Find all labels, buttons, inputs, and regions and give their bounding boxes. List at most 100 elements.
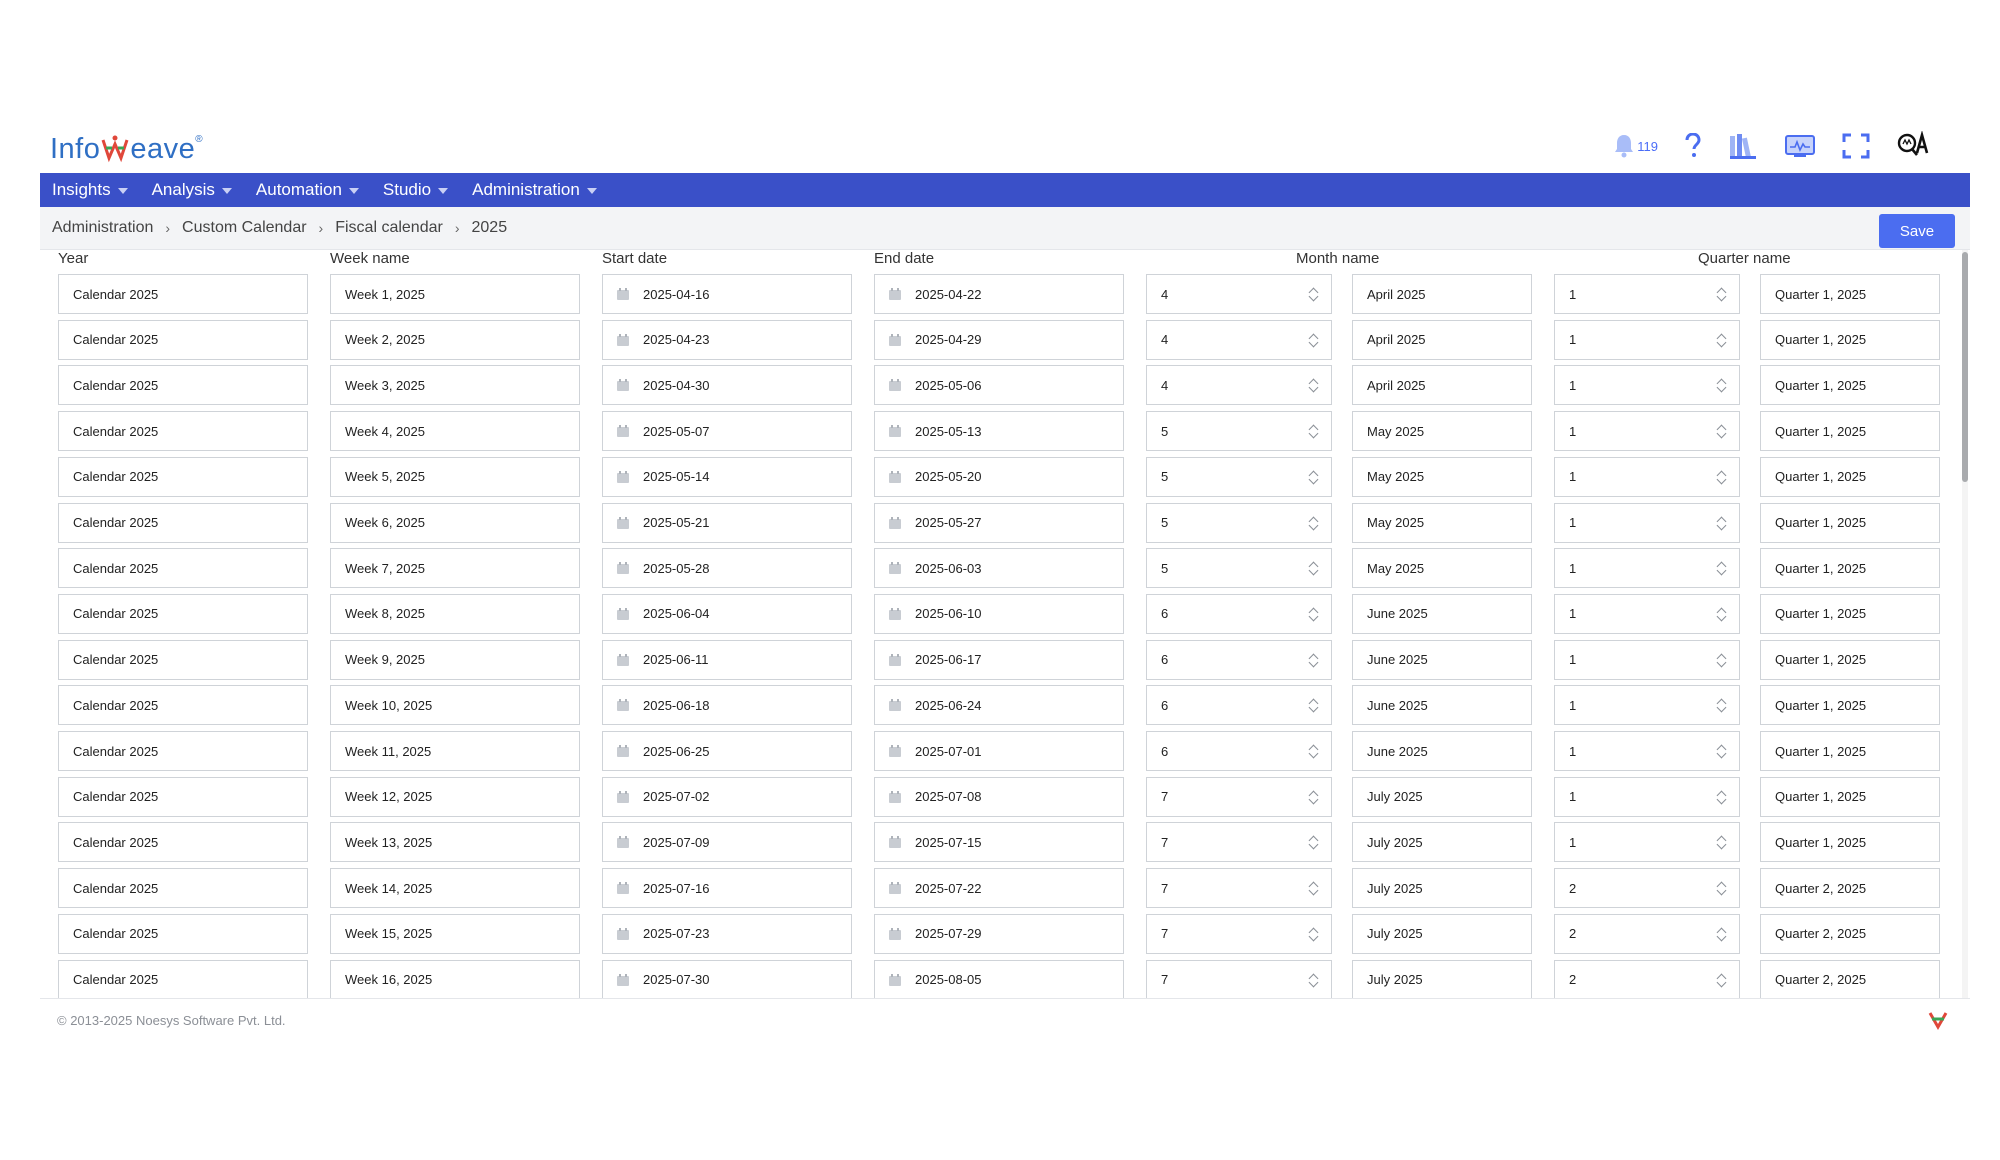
month-name-field[interactable]: July 2025	[1352, 959, 1532, 998]
end-date-field[interactable]: 2025-05-27	[874, 502, 1124, 543]
week-name-field[interactable]: Week 10, 2025	[330, 685, 580, 726]
quarter-name-field[interactable]: Quarter 1, 2025	[1760, 822, 1940, 863]
end-date-field[interactable]: 2025-06-17	[874, 639, 1124, 680]
quarter-name-field[interactable]: Quarter 1, 2025	[1760, 411, 1940, 452]
quarter-number-stepper[interactable]: 1	[1554, 365, 1740, 406]
quarter-number-stepper[interactable]: 1	[1554, 502, 1740, 543]
start-date-field[interactable]: 2025-07-16	[602, 868, 852, 909]
spinner-arrows-icon[interactable]	[1716, 790, 1727, 806]
end-date-field[interactable]: 2025-04-22	[874, 274, 1124, 314]
year-field[interactable]: Calendar 2025	[58, 593, 308, 634]
month-number-stepper[interactable]: 6	[1146, 593, 1332, 634]
quarter-name-field[interactable]: Quarter 2, 2025	[1760, 959, 1940, 998]
month-number-stepper[interactable]: 7	[1146, 913, 1332, 954]
spinner-arrows-icon[interactable]	[1716, 561, 1727, 577]
spinner-arrows-icon[interactable]	[1716, 881, 1727, 897]
start-date-field[interactable]: 2025-05-28	[602, 548, 852, 589]
quarter-name-field[interactable]: Quarter 1, 2025	[1760, 548, 1940, 589]
year-field[interactable]: Calendar 2025	[58, 548, 308, 589]
quarter-number-stepper[interactable]: 1	[1554, 456, 1740, 497]
month-name-field[interactable]: May 2025	[1352, 548, 1532, 589]
quarter-number-stepper[interactable]: 1	[1554, 274, 1740, 314]
start-date-field[interactable]: 2025-05-14	[602, 456, 852, 497]
month-number-stepper[interactable]: 6	[1146, 685, 1332, 726]
week-name-field[interactable]: Week 7, 2025	[330, 548, 580, 589]
week-name-field[interactable]: Week 2, 2025	[330, 319, 580, 360]
month-name-field[interactable]: April 2025	[1352, 319, 1532, 360]
month-name-field[interactable]: July 2025	[1352, 822, 1532, 863]
year-field[interactable]: Calendar 2025	[58, 685, 308, 726]
end-date-field[interactable]: 2025-05-20	[874, 456, 1124, 497]
scrollbar-thumb[interactable]	[1962, 252, 1968, 482]
start-date-field[interactable]: 2025-04-30	[602, 365, 852, 406]
quarter-name-field[interactable]: Quarter 1, 2025	[1760, 319, 1940, 360]
month-name-field[interactable]: July 2025	[1352, 913, 1532, 954]
spinner-arrows-icon[interactable]	[1308, 424, 1319, 440]
week-name-field[interactable]: Week 12, 2025	[330, 776, 580, 817]
nav-analysis[interactable]: Analysis	[140, 173, 244, 207]
quarter-number-stepper[interactable]: 2	[1554, 913, 1740, 954]
month-name-field[interactable]: June 2025	[1352, 731, 1532, 771]
quarter-name-field[interactable]: Quarter 2, 2025	[1760, 913, 1940, 954]
year-field[interactable]: Calendar 2025	[58, 868, 308, 909]
nav-automation[interactable]: Automation	[244, 173, 371, 207]
start-date-field[interactable]: 2025-05-21	[602, 502, 852, 543]
quarter-number-stepper[interactable]: 2	[1554, 959, 1740, 998]
spinner-arrows-icon[interactable]	[1716, 607, 1727, 623]
week-name-field[interactable]: Week 14, 2025	[330, 868, 580, 909]
breadcrumb-administration[interactable]: Administration	[52, 219, 153, 237]
breadcrumb-fiscal-calendar[interactable]: Fiscal calendar	[335, 219, 443, 237]
vertical-scrollbar[interactable]	[1962, 250, 1968, 998]
spinner-arrows-icon[interactable]	[1716, 333, 1727, 349]
month-name-field[interactable]: July 2025	[1352, 868, 1532, 909]
spinner-arrows-icon[interactable]	[1716, 698, 1727, 714]
week-name-field[interactable]: Week 3, 2025	[330, 365, 580, 406]
year-field[interactable]: Calendar 2025	[58, 456, 308, 497]
month-number-stepper[interactable]: 4	[1146, 365, 1332, 406]
end-date-field[interactable]: 2025-07-01	[874, 731, 1124, 771]
end-date-field[interactable]: 2025-04-29	[874, 319, 1124, 360]
spinner-arrows-icon[interactable]	[1308, 744, 1319, 760]
quarter-name-field[interactable]: Quarter 2, 2025	[1760, 868, 1940, 909]
spinner-arrows-icon[interactable]	[1308, 698, 1319, 714]
spinner-arrows-icon[interactable]	[1308, 927, 1319, 943]
notifications-button[interactable]: 119	[1613, 133, 1658, 159]
month-number-stepper[interactable]: 4	[1146, 319, 1332, 360]
fullscreen-button[interactable]	[1842, 133, 1870, 159]
month-number-stepper[interactable]: 7	[1146, 822, 1332, 863]
week-name-field[interactable]: Week 6, 2025	[330, 502, 580, 543]
spinner-arrows-icon[interactable]	[1308, 607, 1319, 623]
spinner-arrows-icon[interactable]	[1716, 927, 1727, 943]
spinner-arrows-icon[interactable]	[1308, 973, 1319, 989]
spinner-arrows-icon[interactable]	[1308, 333, 1319, 349]
month-number-stepper[interactable]: 7	[1146, 776, 1332, 817]
year-field[interactable]: Calendar 2025	[58, 913, 308, 954]
qa-button[interactable]	[1896, 131, 1930, 161]
help-button[interactable]	[1684, 133, 1702, 159]
spinner-arrows-icon[interactable]	[1716, 653, 1727, 669]
month-number-stepper[interactable]: 7	[1146, 959, 1332, 998]
week-name-field[interactable]: Week 1, 2025	[330, 274, 580, 314]
quarter-name-field[interactable]: Quarter 1, 2025	[1760, 502, 1940, 543]
spinner-arrows-icon[interactable]	[1716, 835, 1727, 851]
year-field[interactable]: Calendar 2025	[58, 365, 308, 406]
spinner-arrows-icon[interactable]	[1716, 516, 1727, 532]
year-field[interactable]: Calendar 2025	[58, 776, 308, 817]
month-number-stepper[interactable]: 6	[1146, 639, 1332, 680]
start-date-field[interactable]: 2025-04-16	[602, 274, 852, 314]
year-field[interactable]: Calendar 2025	[58, 959, 308, 998]
week-name-field[interactable]: Week 16, 2025	[330, 959, 580, 998]
month-number-stepper[interactable]: 5	[1146, 456, 1332, 497]
week-name-field[interactable]: Week 13, 2025	[330, 822, 580, 863]
year-field[interactable]: Calendar 2025	[58, 822, 308, 863]
infoweave-logo[interactable]: Info eave ®	[50, 129, 203, 169]
quarter-number-stepper[interactable]: 1	[1554, 731, 1740, 771]
month-name-field[interactable]: May 2025	[1352, 456, 1532, 497]
spinner-arrows-icon[interactable]	[1716, 744, 1727, 760]
end-date-field[interactable]: 2025-08-05	[874, 959, 1124, 998]
month-name-field[interactable]: June 2025	[1352, 639, 1532, 680]
start-date-field[interactable]: 2025-07-23	[602, 913, 852, 954]
start-date-field[interactable]: 2025-06-04	[602, 593, 852, 634]
week-name-field[interactable]: Week 15, 2025	[330, 913, 580, 954]
quarter-number-stepper[interactable]: 1	[1554, 548, 1740, 589]
